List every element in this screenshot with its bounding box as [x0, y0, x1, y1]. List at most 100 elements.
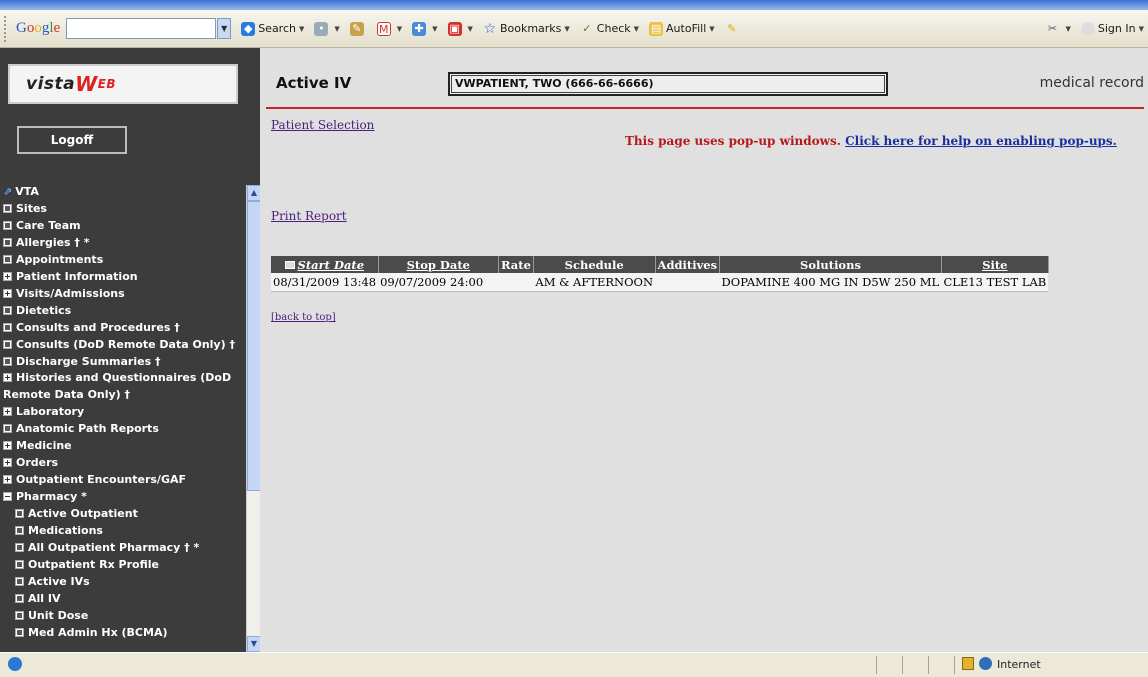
sidebar-item[interactable]: Medicine [3, 438, 243, 455]
sidebar-item[interactable]: Anatomic Path Reports [3, 421, 243, 438]
leaf-icon[interactable] [3, 203, 12, 213]
leaf-icon[interactable] [15, 576, 24, 586]
sidebar-item[interactable]: Medications [3, 523, 243, 540]
expand-icon[interactable] [3, 458, 12, 468]
leaf-icon[interactable] [3, 305, 12, 315]
sidebar-item[interactable]: Orders [3, 455, 243, 472]
settings-button[interactable]: ✂ ▼ [1046, 22, 1071, 36]
leaf-icon[interactable] [15, 627, 24, 637]
sidebar-item[interactable]: Visits/Admissions [3, 286, 243, 303]
header-divider [266, 107, 1144, 109]
google-toolbar: Google ▼ ◆ Search ▼ • ▼ ✎ M ▼ ✚ ▼ ▣ ▼ ☆ Bookmar… [0, 10, 1148, 48]
leaf-icon[interactable] [3, 322, 12, 332]
sidewiki-button[interactable]: ▣ ▼ [447, 21, 473, 36]
leaf-icon[interactable] [3, 356, 12, 366]
gmail-button[interactable]: M ▼ [376, 21, 402, 36]
col-site[interactable]: Site [941, 256, 1049, 273]
leaf-icon[interactable] [15, 526, 24, 536]
expand-icon[interactable] [3, 373, 12, 383]
sidebar-item-label: Pharmacy * [16, 490, 87, 504]
vistaweb-logo: vista W EB [8, 64, 238, 104]
popup-help-link[interactable]: Click here for help on enabling pop-ups. [845, 134, 1117, 148]
sidebar-scrollbar[interactable]: ▲ ▼ [246, 185, 261, 652]
window-title-strip [0, 0, 1148, 10]
leaf-icon[interactable] [3, 220, 12, 230]
expand-icon[interactable] [3, 288, 12, 298]
sidebar-item[interactable]: Dietetics [3, 303, 243, 320]
sidebar-item-label: Med Admin Hx (BCMA) [28, 625, 168, 639]
sidebar-item-label: Patient Information [16, 269, 138, 283]
link-icon[interactable]: ⇗ [3, 185, 12, 198]
logoff-button[interactable]: Logoff [17, 126, 127, 154]
sidebar-item[interactable]: Consults and Procedures † [3, 320, 243, 337]
leaf-icon[interactable] [15, 593, 24, 603]
gmail-icon: M [376, 21, 391, 36]
sidebar-item[interactable]: All IV [3, 591, 243, 608]
leaf-icon[interactable] [15, 610, 24, 620]
sidebar-item-label: Laboratory [16, 405, 85, 419]
sidebar-item[interactable]: Laboratory [3, 404, 243, 421]
leaf-icon[interactable] [3, 424, 12, 434]
google-search-input[interactable] [66, 18, 217, 39]
leaf-icon[interactable] [15, 509, 24, 519]
collapse-icon[interactable] [3, 492, 12, 502]
patient-selection-link[interactable]: Patient Selection [271, 118, 374, 132]
sidebar-item[interactable]: ⇗ VTA [3, 184, 243, 201]
internet-zone-icon [979, 657, 992, 670]
autofill-icon: ▤ [649, 21, 664, 36]
sidebar-item[interactable]: All Outpatient Pharmacy † * [3, 540, 243, 557]
sidebar-item[interactable]: Pharmacy * [3, 489, 243, 506]
leaf-icon[interactable] [3, 254, 12, 264]
autofill-button[interactable]: ▤ AutoFill ▼ [649, 21, 715, 36]
sidebar-item[interactable]: Allergies † * [3, 235, 243, 252]
leaf-icon[interactable] [3, 339, 12, 349]
back-to-top-link[interactable]: [back to top] [271, 312, 336, 323]
check-button[interactable]: ✓ Check ▼ [580, 22, 639, 36]
toolbar-grip[interactable] [4, 15, 8, 42]
sidebar-item-label: Dietetics [16, 303, 72, 317]
sidebar-item[interactable]: Care Team [3, 218, 243, 235]
expand-icon[interactable] [3, 271, 12, 281]
leaf-icon[interactable] [15, 543, 24, 553]
expand-icon[interactable] [3, 441, 12, 451]
scroll-thumb[interactable] [247, 201, 261, 491]
sidebar-item[interactable]: Histories and Questionnaires (DoD Remote… [3, 370, 243, 404]
patient-name: VWPATIENT, TWO (666-66-6666) [451, 75, 885, 93]
sidebar-item-label: Medicine [16, 439, 72, 453]
sidebar-item[interactable]: Outpatient Encounters/GAF [3, 472, 243, 489]
expand-icon[interactable] [3, 475, 12, 485]
sidebar-item-label: Discharge Summaries † [16, 354, 161, 368]
sidebar-item[interactable]: Med Admin Hx (BCMA) [3, 625, 243, 642]
highlight-button[interactable]: ✎ [725, 22, 742, 36]
sidebar-item[interactable]: Patient Information [3, 269, 243, 286]
scroll-up-icon[interactable]: ▲ [247, 185, 261, 201]
col-start-date[interactable]: Start Date [271, 256, 379, 273]
pagerank-button[interactable]: • ▼ [314, 21, 340, 36]
add-button[interactable]: ✚ ▼ [412, 21, 438, 36]
leaf-icon[interactable] [3, 237, 12, 247]
sidebar-item[interactable]: Discharge Summaries † [3, 354, 243, 371]
sign-in-button[interactable]: Sign In ▼ [1080, 21, 1144, 36]
scroll-down-icon[interactable]: ▼ [247, 636, 261, 652]
google-search-dropdown[interactable]: ▼ [217, 18, 232, 39]
sidebar-item[interactable]: Appointments [3, 252, 243, 269]
sidebar-item[interactable]: Outpatient Rx Profile [3, 557, 243, 574]
sidebar-item-label: Appointments [16, 252, 104, 266]
print-report-link[interactable]: Print Report [271, 209, 347, 223]
popup-blocker-button[interactable]: ✎ [349, 21, 367, 36]
leaf-icon[interactable] [15, 559, 24, 569]
sidebar-item[interactable]: Sites [3, 201, 243, 218]
medical-record-label: medical record [1039, 75, 1144, 91]
bookmarks-button[interactable]: ☆ Bookmarks ▼ [483, 22, 570, 36]
col-stop-date[interactable]: Stop Date [378, 256, 499, 273]
sidebar-item[interactable]: Active IVs [3, 574, 243, 591]
security-zone-label: Internet [997, 658, 1041, 671]
search-button[interactable]: ◆ Search ▼ [241, 21, 304, 36]
sidebar-item[interactable]: Consults (DoD Remote Data Only) † [3, 337, 243, 354]
sidebar-item[interactable]: Active Outpatient [3, 506, 243, 523]
expand-icon[interactable] [3, 407, 12, 417]
active-iv-table: Start Date Stop Date Rate Schedule Addit… [271, 256, 1049, 292]
popup-notice: This page uses pop-up windows. Click her… [625, 134, 1117, 148]
sidebar-item[interactable]: Unit Dose [3, 608, 243, 625]
google-logo[interactable]: Google [16, 20, 60, 37]
